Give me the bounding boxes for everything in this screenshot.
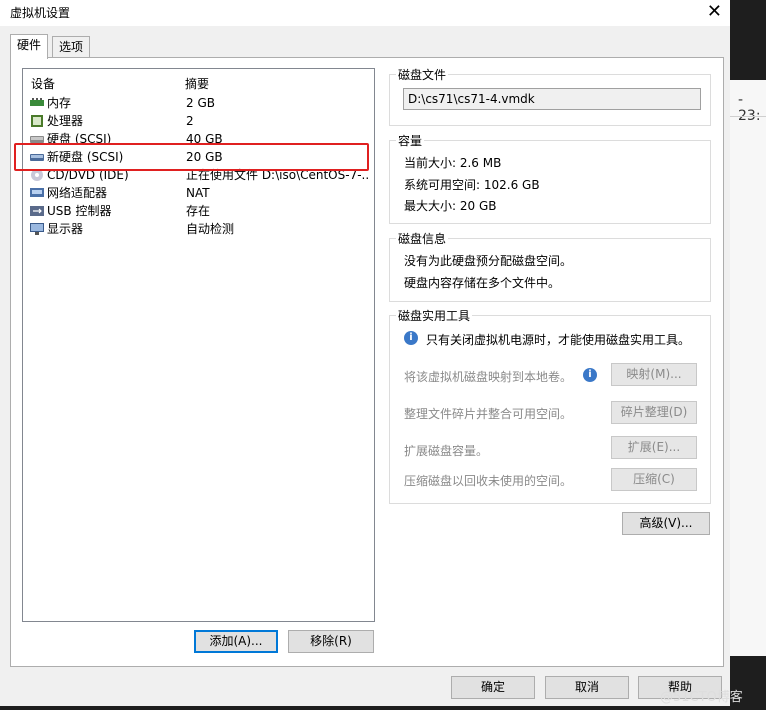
device-row-cd-dvd[interactable]: CD/DVD (IDE) 正在使用文件 D:\iso\CentOS-7-... <box>27 166 370 184</box>
device-summary: 40 GB <box>186 132 223 146</box>
device-row-display[interactable]: 显示器 自动检测 <box>27 220 370 238</box>
map-description: 将该虚拟机磁盘映射到本地卷。 <box>404 370 573 384</box>
utilities-note: 只有关闭虚拟机电源时，才能使用磁盘实用工具。 <box>426 333 691 347</box>
device-list[interactable]: 设备 摘要 内存 2 GB 处理器 2 硬盘 (SCSI) 40 GB 新硬盘 … <box>22 68 375 622</box>
capacity-title: 容量 <box>396 132 425 149</box>
defragment-button[interactable]: 碎片整理(D) <box>611 401 697 424</box>
title-bar: 虚拟机设置 ✕ <box>0 0 730 26</box>
background-window-strip: - 23: <box>730 0 766 710</box>
max-size-text: 最大大小: 20 GB <box>404 199 497 213</box>
capacity-group: 容量 当前大小: 2.6 MB 系统可用空间: 102.6 GB 最大大小: 2… <box>389 132 711 224</box>
device-name: 内存 <box>47 96 72 110</box>
device-name: 硬盘 (SCSI) <box>47 132 112 146</box>
window-title: 虚拟机设置 <box>10 6 71 20</box>
virtual-machine-settings-dialog: 虚拟机设置 ✕ 硬件 选项 设备 摘要 内存 2 GB 处理器 2 硬盘 (SC… <box>0 0 730 706</box>
disk-file-title: 磁盘文件 <box>396 66 449 83</box>
remove-button[interactable]: 移除(R) <box>288 630 374 653</box>
disk-utilities-title: 磁盘实用工具 <box>396 307 473 324</box>
disk-info-line-1: 没有为此硬盘预分配磁盘空间。 <box>404 254 573 268</box>
current-size-text: 当前大小: 2.6 MB <box>404 156 502 170</box>
device-summary: 2 <box>186 114 194 128</box>
device-summary: 自动检测 <box>186 222 235 236</box>
display-icon <box>30 223 44 235</box>
processor-icon <box>31 115 43 127</box>
network-adapter-icon <box>30 188 44 197</box>
watermark: @51CTO博客 <box>660 690 743 705</box>
map-button[interactable]: 映射(M)... <box>611 363 697 386</box>
device-summary: 正在使用文件 D:\iso\CentOS-7-... <box>186 168 370 182</box>
device-summary: NAT <box>186 186 210 200</box>
disk-info-title: 磁盘信息 <box>396 230 449 247</box>
device-summary: 2 GB <box>186 96 215 110</box>
device-name: 网络适配器 <box>47 186 108 200</box>
tab-options[interactable]: 选项 <box>52 36 91 57</box>
disk-info-line-2: 硬盘内容存储在多个文件中。 <box>404 276 561 290</box>
device-row-network-adapter[interactable]: 网络适配器 NAT <box>27 184 370 202</box>
compact-button[interactable]: 压缩(C) <box>611 468 697 491</box>
ok-button[interactable]: 确定 <box>451 676 535 699</box>
device-row-usb-controller[interactable]: USB 控制器 存在 <box>27 202 370 220</box>
close-icon[interactable]: ✕ <box>707 1 722 23</box>
disk-file-group: 磁盘文件 D:\cs71\cs71-4.vmdk <box>389 66 711 126</box>
tab-hardware[interactable]: 硬件 <box>10 34 49 59</box>
device-row-hard-disk[interactable]: 硬盘 (SCSI) 40 GB <box>27 130 370 148</box>
summary-column-header[interactable]: 摘要 <box>185 75 209 92</box>
advanced-button[interactable]: 高级(V)... <box>622 512 710 535</box>
device-column-header[interactable]: 设备 <box>31 75 55 92</box>
device-name: 处理器 <box>47 114 84 128</box>
background-divider <box>730 116 766 117</box>
cd-dvd-icon <box>31 169 43 181</box>
device-summary: 20 GB <box>186 150 223 164</box>
add-button[interactable]: 添加(A)... <box>194 630 278 653</box>
info-icon: i <box>583 368 597 382</box>
available-space-text: 系统可用空间: 102.6 GB <box>404 178 540 192</box>
device-name: 新硬盘 (SCSI) <box>47 150 124 164</box>
disk-info-group: 磁盘信息 没有为此硬盘预分配磁盘空间。 硬盘内容存储在多个文件中。 <box>389 230 711 302</box>
memory-icon <box>30 98 44 106</box>
device-summary: 存在 <box>186 204 211 218</box>
cancel-button[interactable]: 取消 <box>545 676 629 699</box>
device-row-new-hard-disk[interactable]: 新硬盘 (SCSI) 20 GB <box>27 148 370 166</box>
disk-utilities-group: 磁盘实用工具 i 只有关闭虚拟机电源时，才能使用磁盘实用工具。 将该虚拟机磁盘映… <box>389 307 711 504</box>
usb-controller-icon <box>30 206 44 216</box>
expand-description: 扩展磁盘容量。 <box>404 444 489 458</box>
device-row-processor[interactable]: 处理器 2 <box>27 112 370 130</box>
device-name: USB 控制器 <box>47 204 112 218</box>
compact-description: 压缩磁盘以回收未使用的空间。 <box>404 474 573 488</box>
info-icon: i <box>404 331 418 345</box>
hard-disk-icon <box>30 154 44 161</box>
background-window-panel <box>730 80 766 656</box>
device-row-memory[interactable]: 内存 2 GB <box>27 94 370 112</box>
disk-file-path-field[interactable]: D:\cs71\cs71-4.vmdk <box>403 88 701 110</box>
background-time-text: - 23: <box>738 92 761 124</box>
device-name: 显示器 <box>47 222 84 236</box>
hard-disk-icon <box>30 136 44 143</box>
defrag-description: 整理文件碎片并整合可用空间。 <box>404 407 573 421</box>
device-name: CD/DVD (IDE) <box>47 168 129 182</box>
expand-button[interactable]: 扩展(E)... <box>611 436 697 459</box>
